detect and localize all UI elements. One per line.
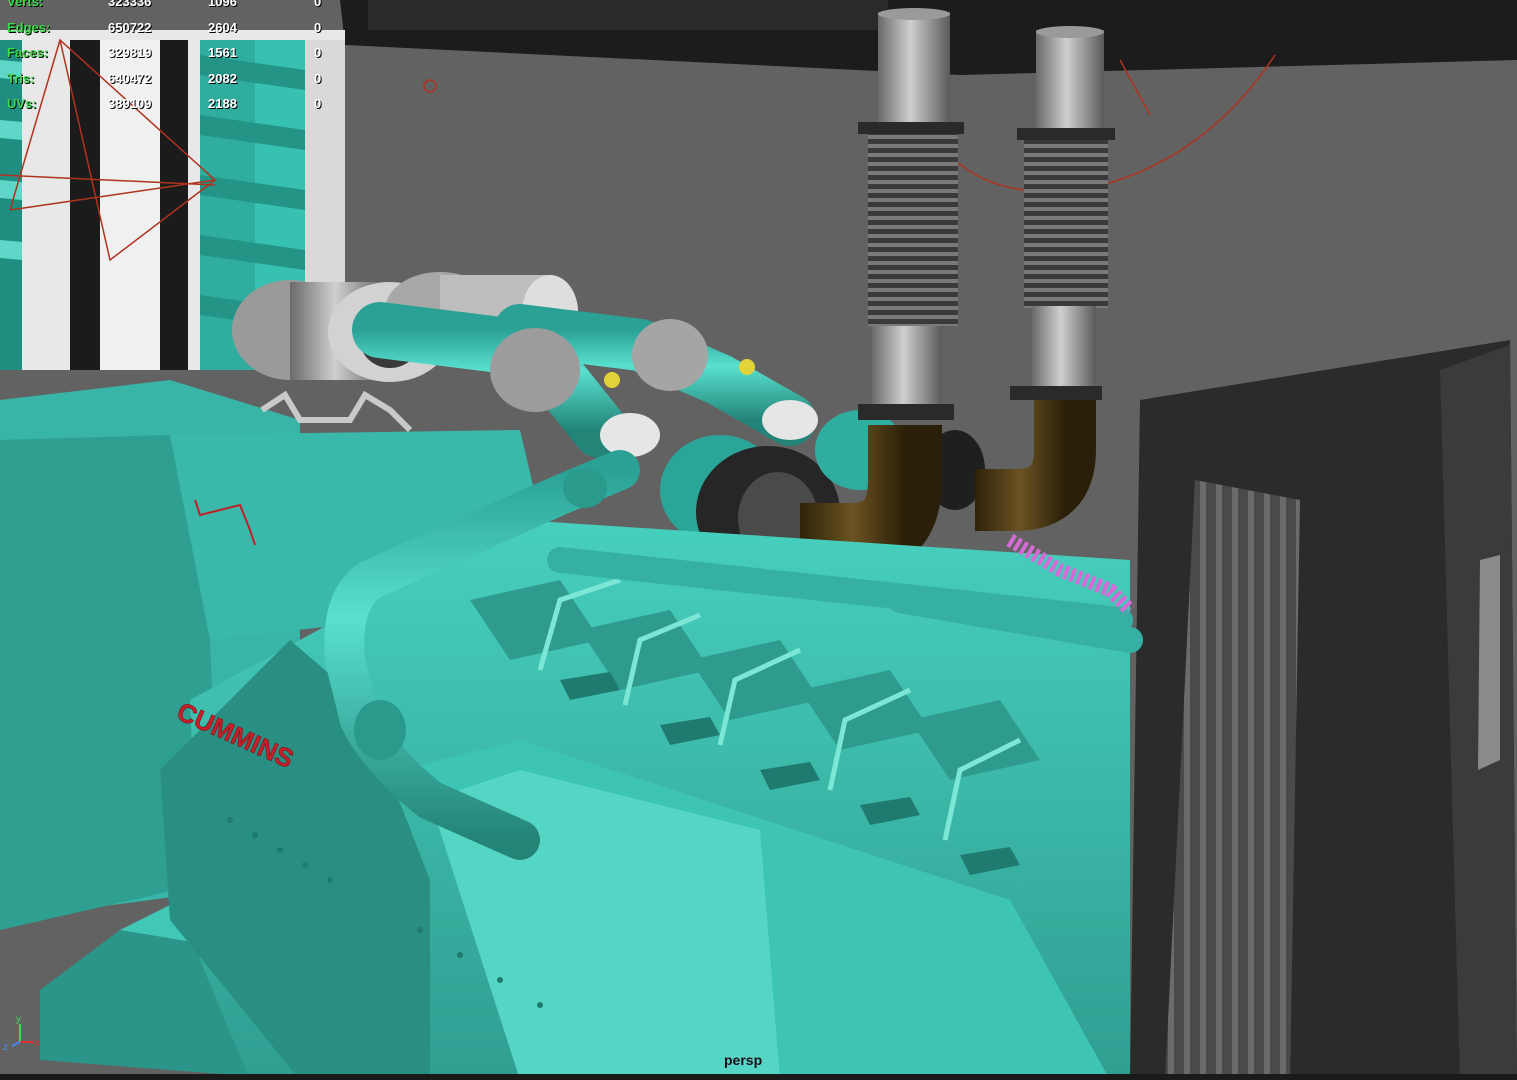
hud-stat-value: 2188: [208, 96, 237, 111]
hud-row: UVs: 389109 2188 0: [0, 96, 340, 116]
hud-stat-label: UVs:: [7, 96, 37, 111]
hud-stat-value: 0: [314, 96, 322, 111]
pipe-coupler-1: [490, 328, 580, 412]
hud-row: Faces: 329819 1561 0: [0, 45, 340, 65]
sensor-cap-1: [604, 372, 620, 388]
hud-stat-label: Edges:: [7, 19, 51, 35]
hud-row: Tris: 640472 2082 0: [0, 71, 340, 91]
hud-stat-value: 0: [314, 70, 322, 86]
hud-row: Edges: 650722 2604 0: [0, 20, 340, 40]
poly-count-hud: Verts: 323336 1096 0 Edges: 650722 2604 0 Faces:…: [0, 0, 340, 120]
hud-row: Verts: 323336 1096 0: [0, 0, 340, 14]
hud-stat-value: 323336: [108, 0, 152, 9]
3d-viewport[interactable]: CUMMINS: [0, 0, 1517, 1080]
ceiling-panel: [368, 0, 888, 30]
hud-stat-label: Faces:: [7, 45, 49, 60]
hud-stat-value: 1561: [208, 45, 237, 60]
hud-stat-label: Tris:: [7, 70, 35, 86]
camera-name-label: persp: [724, 1052, 763, 1068]
hud-stat-value: 389109: [108, 96, 152, 111]
pipe-flange-2: [354, 700, 406, 760]
sensor-cap-2: [739, 359, 755, 375]
hud-stat-value: 650722: [108, 19, 152, 35]
axis-x-label: x: [35, 1038, 40, 1049]
hud-stat-value: 2082: [208, 70, 237, 86]
hud-stat-value: 329819: [108, 45, 152, 60]
hud-stat-value: 2604: [208, 19, 237, 35]
pipe-clamp-1: [600, 413, 660, 457]
axis-z-label: z: [3, 1042, 8, 1052]
pipe-flange-1: [563, 468, 607, 508]
hud-stat-value: 0: [314, 19, 322, 35]
viewport-bottom-edge: [0, 1074, 1517, 1080]
pipe-coupler-2: [632, 319, 708, 391]
hud-stat-value: 0: [314, 45, 322, 60]
axis-gizmo-icon: y x z: [3, 1014, 40, 1052]
axis-y-label: y: [16, 1014, 21, 1025]
hud-stat-value: 640472: [108, 70, 152, 86]
hud-stat-label: Verts:: [7, 0, 44, 9]
pipe-clamp-2: [762, 400, 818, 440]
cabinet-rail: [1478, 555, 1500, 770]
hud-stat-value: 0: [314, 0, 322, 9]
hud-stat-value: 1096: [208, 0, 237, 9]
